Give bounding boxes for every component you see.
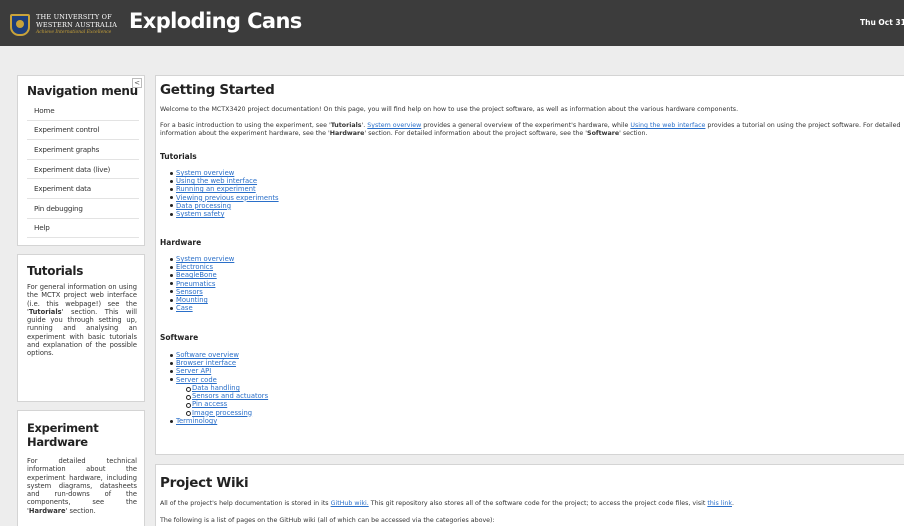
project-code-link[interactable]: this link (707, 500, 732, 507)
nav-item-experiment-graphs[interactable]: Experiment graphs (27, 140, 139, 160)
wiki-text-a: All of the project's help documentation … (160, 500, 331, 507)
intro-text-5: ' section. For detailed information abou… (364, 130, 588, 137)
tutorials-box-title: Tutorials (27, 264, 84, 278)
nav-item-experiment-data[interactable]: Experiment data (27, 179, 139, 199)
nav-item-home[interactable]: Home (27, 101, 139, 121)
wiki-text-c: . (731, 500, 734, 507)
intro-link-system-overview[interactable]: System overview (367, 122, 421, 129)
wiki-text-b: This git repository also stores all of t… (368, 500, 708, 507)
intro-bold-tutorials: Tutorials (330, 122, 362, 129)
wiki-paragraph-2: The following is a list of pages on the … (160, 517, 495, 524)
project-wiki-title: Project Wiki (160, 475, 249, 491)
link-mounting[interactable]: Mounting (169, 296, 234, 304)
nav-item-experiment-data-live[interactable]: Experiment data (live) (27, 160, 139, 180)
navigation-list: Home Experiment control Experiment graph… (27, 101, 139, 239)
top-header-bar: THE UNIVERSITY OF WESTERN AUSTRALIA Achi… (0, 0, 904, 46)
link-using-web-interface[interactable]: Using the web interface (170, 177, 279, 185)
intro-paragraph: For a basic introduction to using the ex… (160, 122, 904, 138)
nav-item-pin-debugging[interactable]: Pin debugging (27, 199, 139, 219)
getting-started-title: Getting Started (160, 82, 275, 98)
welcome-paragraph: Welcome to the MCTX3420 project document… (160, 106, 739, 113)
hardware-link-list: System overview Electronics BeagleBone P… (169, 255, 234, 312)
tutorials-link-list: System overview Using the web interface … (170, 169, 279, 218)
link-terminology[interactable]: Terminology (169, 417, 217, 425)
hardware-box-text-b: ' section. (65, 506, 96, 515)
hardware-box-title: Experiment Hardware (27, 421, 99, 449)
intro-text-3: provides a general overview of the exper… (421, 122, 631, 129)
tutorials-box-text-b: ' section. This will guide you through s… (27, 307, 137, 358)
link-browser-interface[interactable]: Browser interface (170, 359, 239, 367)
nav-item-experiment-control[interactable]: Experiment control (27, 121, 139, 141)
software-link-list: Software overview Browser interface Serv… (170, 351, 239, 384)
getting-started-panel: Getting Started Welcome to the MCTX3420 … (155, 75, 904, 455)
logo-line-1: THE UNIVERSITY OF (36, 13, 112, 21)
hardware-box-bold: Hardware (28, 506, 66, 515)
tutorials-box-text: For general information on using the MCT… (27, 283, 137, 358)
link-pneumatics[interactable]: Pneumatics (169, 280, 234, 288)
link-pin-access[interactable]: Pin access (185, 400, 268, 408)
hardware-heading: Hardware (160, 238, 202, 247)
link-system-overview[interactable]: System overview (170, 169, 279, 177)
logo-motto: Achieve International Excellence (36, 30, 112, 35)
server-code-sublist: Data handling Sensors and actuators Pin … (185, 384, 268, 417)
software-heading: Software (160, 333, 199, 342)
date-time-display: Thu Oct 31 2013 (860, 18, 904, 27)
hardware-box-text: For detailed technical information about… (27, 457, 137, 515)
github-wiki-link[interactable]: GitHub wiki. (331, 500, 369, 507)
nav-item-help[interactable]: Help (27, 219, 139, 239)
link-electronics[interactable]: Electronics (169, 263, 234, 271)
tutorials-box-bold: Tutorials (28, 307, 62, 316)
navigation-menu-title: Navigation menu (27, 84, 138, 98)
logo-text: THE UNIVERSITY OF WESTERN AUSTRALIA Achi… (36, 13, 117, 37)
university-logo[interactable]: THE UNIVERSITY OF WESTERN AUSTRALIA Achi… (10, 10, 120, 40)
software-link-list-tail: Terminology (169, 417, 217, 425)
link-running-experiment[interactable]: Running an experiment (170, 185, 279, 193)
link-server-api[interactable]: Server API (170, 367, 239, 375)
link-sensors-and-actuators[interactable]: Sensors and actuators (185, 392, 268, 400)
intro-link-web-interface[interactable]: Using the web interface (630, 122, 705, 129)
intro-bold-hardware: Hardware (329, 130, 365, 137)
intro-text-6: ' section. (619, 130, 648, 137)
project-wiki-panel: Project Wiki All of the project's help d… (155, 464, 904, 526)
link-software-overview[interactable]: Software overview (170, 351, 239, 359)
link-beaglebone[interactable]: BeagleBone (169, 271, 234, 279)
app-title: Exploding Cans (129, 9, 302, 33)
link-image-processing[interactable]: Image processing (185, 409, 268, 417)
wiki-paragraph-1: All of the project's help documentation … (160, 500, 904, 508)
navigation-menu-panel: < Navigation menu Home Experiment contro… (17, 75, 145, 246)
tutorials-info-box: Tutorials For general information on usi… (17, 254, 145, 402)
logo-line-2: WESTERN AUSTRALIA (36, 21, 118, 29)
link-viewing-previous-experiments[interactable]: Viewing previous experiments (170, 194, 279, 202)
link-system-safety[interactable]: System safety (170, 210, 279, 218)
link-data-processing[interactable]: Data processing (170, 202, 279, 210)
link-hw-system-overview[interactable]: System overview (169, 255, 234, 263)
hardware-info-box: Experiment Hardware For detailed technic… (17, 410, 145, 526)
link-sensors[interactable]: Sensors (169, 288, 234, 296)
intro-bold-software: Software (587, 130, 620, 137)
intro-text-1: For a basic introduction to using the ex… (160, 122, 331, 129)
link-server-code[interactable]: Server code (170, 376, 239, 384)
crest-icon (10, 14, 30, 36)
tutorials-heading: Tutorials (160, 152, 197, 161)
link-case[interactable]: Case (169, 304, 234, 312)
link-data-handling[interactable]: Data handling (185, 384, 268, 392)
